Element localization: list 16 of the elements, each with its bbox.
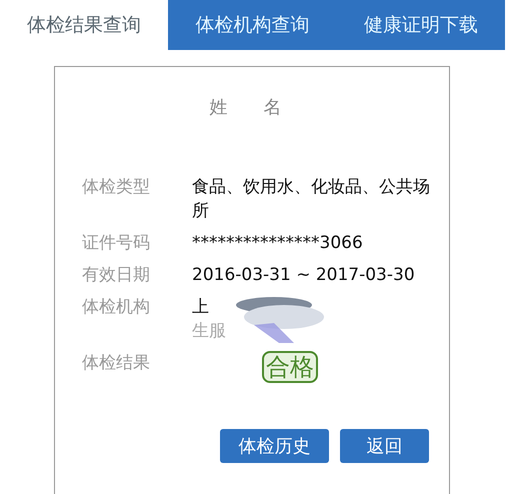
field-value: 2016-03-31 ~ 2017-03-30: [192, 264, 416, 287]
field-value: 食品、饮用水、化妆品、公共场所: [192, 176, 431, 223]
field-value: 上: [192, 296, 210, 319]
back-button[interactable]: 返回: [340, 429, 429, 463]
tab[interactable]: 健康证明下载: [336, 0, 505, 50]
field-label: 证件号码: [82, 232, 151, 255]
tab[interactable]: 体检机构查询: [168, 0, 336, 50]
field-label: 体检类型: [82, 176, 151, 199]
name-label: 姓 名: [210, 96, 282, 119]
history-button[interactable]: 体检历史: [220, 429, 329, 463]
field-label: 体检结果: [82, 352, 151, 375]
pass-badge: 合格: [262, 351, 318, 383]
field-label: 体检机构: [82, 296, 151, 319]
field-label: 有效日期: [82, 264, 151, 287]
field-value: ***************3066: [192, 232, 364, 255]
field-value: 生服: [192, 320, 226, 343]
